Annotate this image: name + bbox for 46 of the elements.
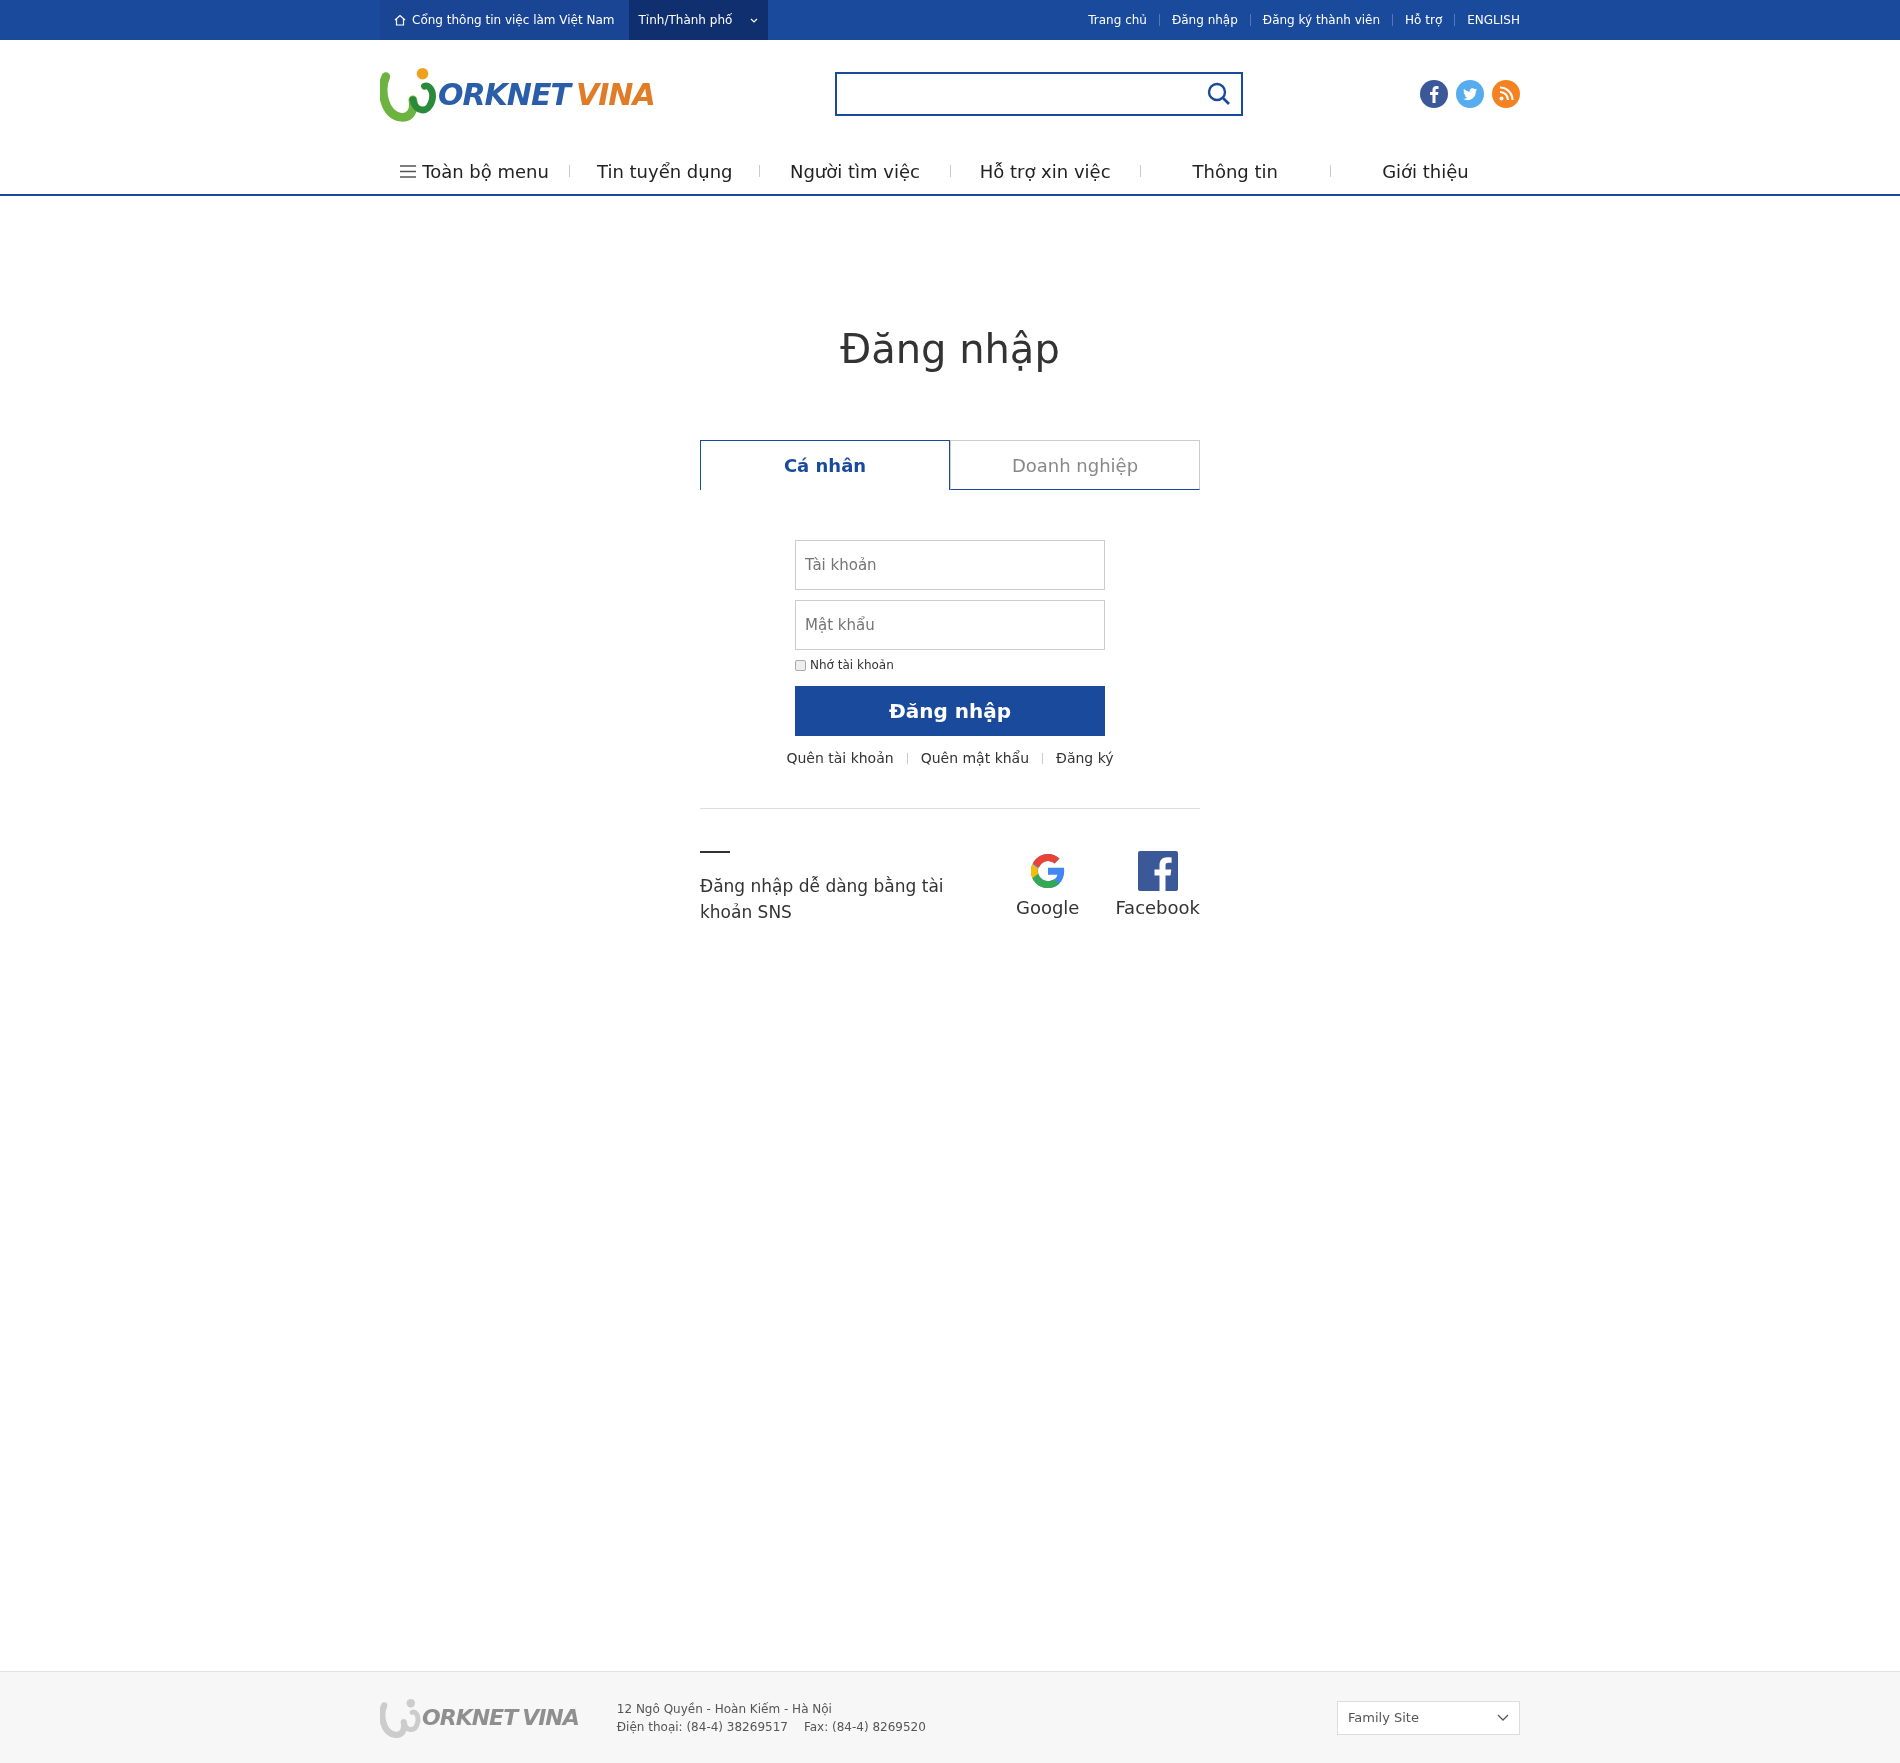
remember-checkbox[interactable]: [795, 659, 806, 671]
social-login-button[interactable]: Facebook: [1115, 851, 1200, 918]
rss-icon[interactable]: [1492, 80, 1520, 108]
remember-label: Nhớ tài khoản: [810, 658, 894, 672]
username-field[interactable]: Tài khoản: [795, 540, 1105, 590]
footer-fax: Fax: (84-4) 8269520: [803, 1719, 926, 1734]
top-link[interactable]: Hỗ trợ: [1392, 14, 1455, 26]
facebook-icon: [1137, 851, 1178, 891]
facebook-icon[interactable]: [1420, 80, 1448, 108]
login-button[interactable]: Đăng nhập: [795, 686, 1105, 736]
nav-link[interactable]: Hỗ trợ xin việc: [950, 160, 1140, 182]
search-icon[interactable]: [1206, 82, 1231, 106]
login-type-tab[interactable]: Doanh nghiệp: [950, 440, 1200, 490]
top-link[interactable]: Đăng ký thành viên: [1249, 14, 1393, 26]
logo-text: VINA: [575, 76, 655, 112]
top-link[interactable]: ENGLISH: [1454, 14, 1520, 26]
account-link[interactable]: Quên mật khẩu: [907, 750, 1043, 766]
footer-logo-text: VINA: [522, 1705, 579, 1730]
region-dropdown[interactable]: Tỉnh/Thành phố: [628, 0, 769, 40]
home-icon: [394, 14, 406, 26]
family-site-dropdown[interactable]: Family Site: [1337, 1700, 1520, 1735]
nav-link[interactable]: Tin tuyển dụng: [570, 160, 760, 182]
portal-link[interactable]: Cổng thông tin việc làm Việt Nam: [380, 0, 629, 40]
nav-label: Toàn bộ menu: [422, 160, 549, 182]
menu-icon: [400, 164, 417, 178]
account-link[interactable]: Đăng ký: [1043, 750, 1127, 766]
logo-mark-icon: [380, 1696, 422, 1739]
all-menu-link[interactable]: Toàn bộ menu: [380, 160, 570, 182]
chevron-down-icon: [750, 17, 759, 23]
footer-address: 12 Ngô Quyền - Hoàn Kiếm - Hà Nội: [616, 1701, 833, 1716]
nav-link[interactable]: Người tìm việc: [760, 160, 950, 182]
nav-link[interactable]: Thông tin: [1140, 160, 1330, 182]
social-login-button[interactable]: Google: [1015, 851, 1080, 918]
top-link[interactable]: Đăng nhập: [1158, 14, 1250, 26]
login-type-tab[interactable]: Cá nhân: [700, 440, 950, 490]
page-title: Đăng nhập: [840, 326, 1060, 372]
password-field[interactable]: Mật khẩu: [795, 600, 1105, 650]
footer-phone: Điện thoại: (84-4) 38269517: [616, 1719, 788, 1734]
chevron-down-icon: [1497, 1714, 1509, 1721]
search-field[interactable]: [834, 72, 1243, 116]
logo-mark-icon: [380, 65, 438, 123]
footer-logo-text: ORKNET: [422, 1705, 518, 1730]
sns-login-text: Đăng nhập dễ dàng bằng tài khoản SNS: [700, 875, 945, 924]
nav-link[interactable]: Giới thiệu: [1330, 160, 1521, 182]
account-link[interactable]: Quên tài khoản: [773, 750, 907, 766]
top-link[interactable]: Trang chủ: [1076, 14, 1159, 26]
